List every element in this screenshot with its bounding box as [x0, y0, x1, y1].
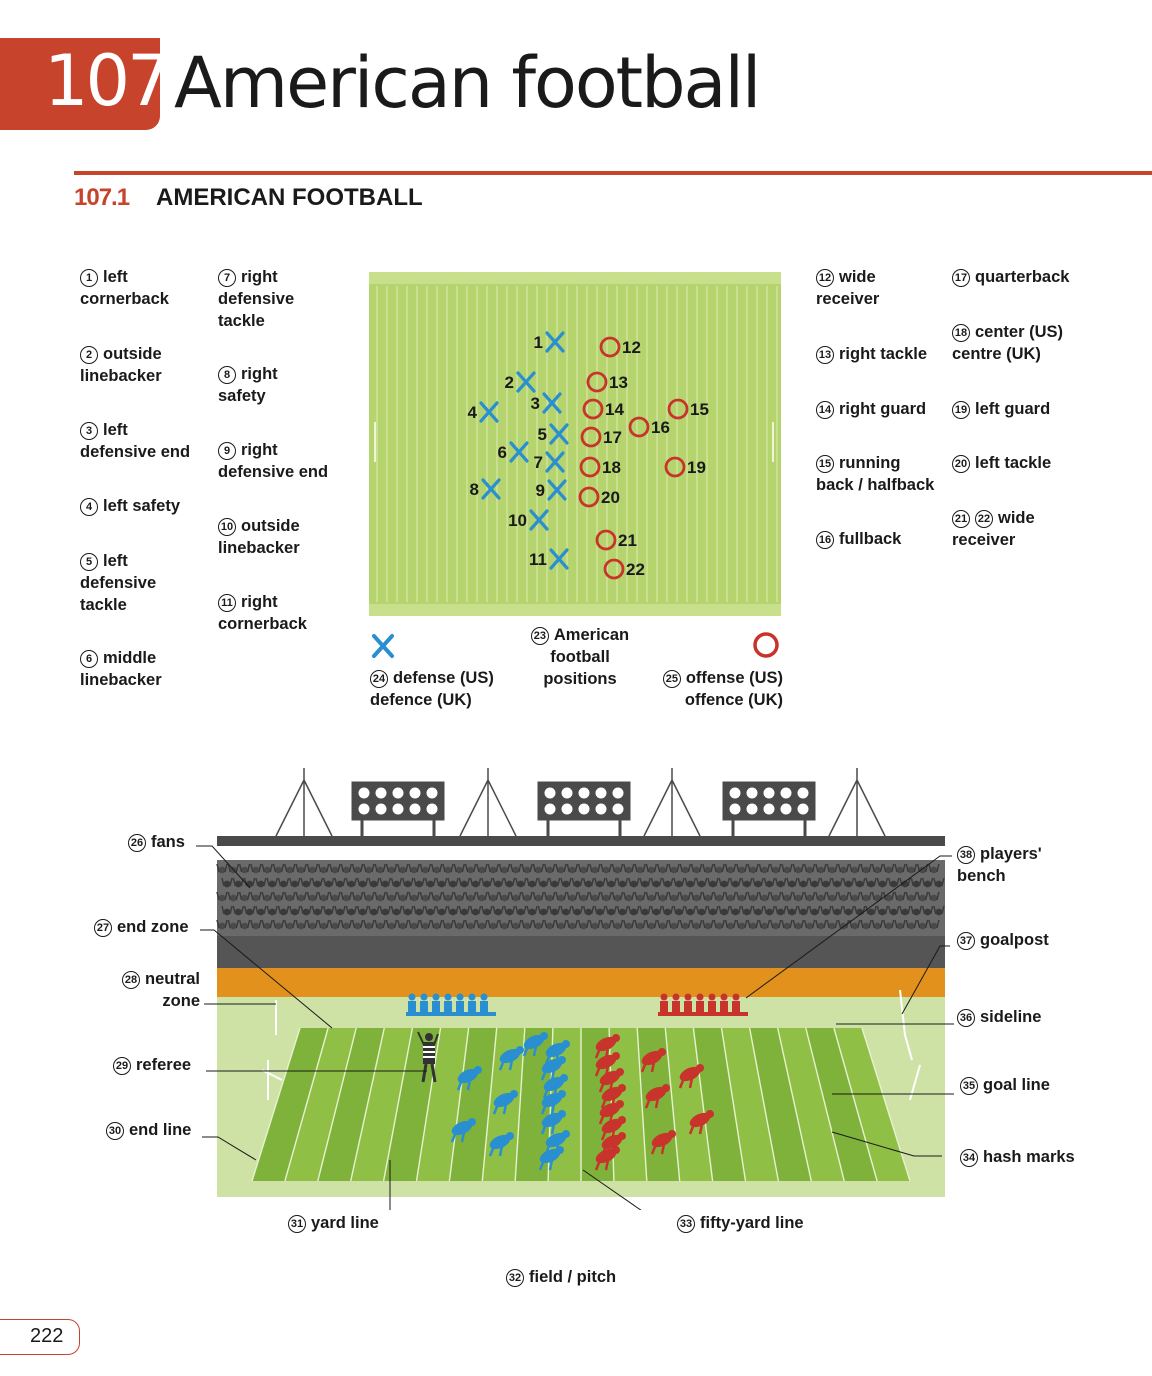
label-18: 18 center (US) centre (UK) — [952, 323, 1064, 363]
defense-marker-label: 7 — [534, 453, 543, 472]
offense-marker-label: 13 — [609, 373, 628, 392]
stand-band — [217, 968, 945, 997]
formation-diagram: 12345678 91011 121314 15161718 19202122 — [369, 272, 781, 616]
section-title: AMERICAN FOOTBALL — [156, 184, 423, 211]
defense-marker-label: 10 — [508, 511, 527, 530]
label-13: 13 right tackle — [816, 343, 927, 365]
offense-marker-label: 18 — [602, 458, 621, 477]
label-26: 26 fans — [128, 831, 185, 853]
label-12: 12 wide receiver — [816, 268, 880, 308]
label-2: 2 outside linebacker — [80, 345, 162, 385]
defense-marker-label: 11 — [529, 550, 547, 569]
formation-yard-lines — [376, 286, 778, 602]
floodlight — [537, 781, 631, 836]
defense-marker-label: 9 — [536, 481, 545, 500]
section-number: 107.1 — [74, 184, 130, 211]
label-35: 35 goal line — [960, 1074, 1050, 1096]
label-25: 25 offense (US) offence (UK) — [657, 667, 783, 711]
label-10: 10 outside linebacker — [218, 517, 300, 557]
light-mast — [643, 768, 701, 837]
defense-marker-label: 2 — [505, 373, 514, 392]
label-28: 28 neutral zone — [100, 968, 200, 1012]
label-32: 32 field / pitch — [506, 1266, 616, 1288]
offense-marker-label: 22 — [626, 560, 645, 579]
label-9: 9 right defensive end — [218, 441, 329, 481]
label-24: 24 defense (US) defence (UK) — [370, 669, 494, 709]
offense-marker-label: 21 — [618, 531, 637, 550]
light-mast — [828, 768, 886, 837]
label-23: 23 American football positions — [520, 624, 640, 690]
offense-marker-label: 15 — [690, 400, 709, 419]
defense-marker-label: 5 — [538, 425, 547, 444]
formation-field — [369, 272, 781, 616]
page-number: 222 — [30, 1325, 64, 1347]
offense-circle-icon — [753, 632, 779, 658]
label-15: 15 running back / halfback — [816, 454, 935, 494]
offense-marker-label: 17 — [603, 428, 622, 447]
label-4: 4 left safety — [80, 495, 180, 517]
label-34: 34 hash marks — [960, 1146, 1075, 1168]
section-rule — [74, 171, 1152, 175]
offense-marker-label: 19 — [687, 458, 706, 477]
chapter-number: 107 — [44, 40, 172, 122]
label-14: 14 right guard — [816, 398, 926, 420]
label-38: 38 players' bench — [957, 845, 1042, 885]
stand-roof — [217, 836, 945, 846]
defense-marker-label: 3 — [531, 394, 540, 413]
label-31: 31 yard line — [288, 1212, 379, 1234]
chapter-title: American football — [174, 42, 761, 124]
label-36: 36 sideline — [957, 1006, 1041, 1028]
label-1: 1 left cornerback — [80, 268, 169, 308]
label-30: 30 end line — [106, 1119, 191, 1141]
label-21-22: 21 22 wide receiver — [952, 509, 1035, 549]
label-8: 8 right safety — [218, 365, 278, 405]
defense-x-icon — [372, 634, 394, 658]
label-5: 5 left defensive tackle — [80, 552, 157, 614]
label-19: 19 left guard — [952, 398, 1050, 420]
label-3: 3 left defensive end — [80, 421, 191, 461]
light-mast — [275, 768, 333, 837]
label-33: 33 fifty-yard line — [677, 1212, 804, 1234]
label-17: 17 quarterback — [952, 266, 1069, 288]
floodlights — [275, 768, 886, 837]
defense-marker-label: 6 — [498, 443, 507, 462]
offense-marker-label: 14 — [605, 400, 624, 419]
offense-marker-label: 12 — [622, 338, 641, 357]
light-mast — [459, 768, 517, 837]
defense-marker-label: 8 — [470, 480, 479, 499]
label-27: 27 end zone — [94, 916, 189, 938]
floodlight — [722, 781, 816, 836]
label-11: 11 right cornerback — [218, 593, 307, 633]
defense-marker-label: 1 — [534, 333, 543, 352]
label-7: 7 right defensive tackle — [218, 268, 295, 330]
offense-marker-label: 16 — [651, 418, 670, 437]
label-29: 29 referee — [113, 1054, 191, 1076]
label-37: 37 goalpost — [957, 929, 1049, 951]
defense-marker-label: 4 — [468, 403, 478, 422]
label-6: 6 middle linebacker — [80, 649, 162, 689]
label-20: 20 left tackle — [952, 452, 1051, 474]
label-16: 16 fullback — [816, 528, 901, 550]
offense-marker-label: 20 — [601, 488, 620, 507]
stand-wall — [217, 936, 945, 968]
floodlight — [351, 781, 445, 836]
